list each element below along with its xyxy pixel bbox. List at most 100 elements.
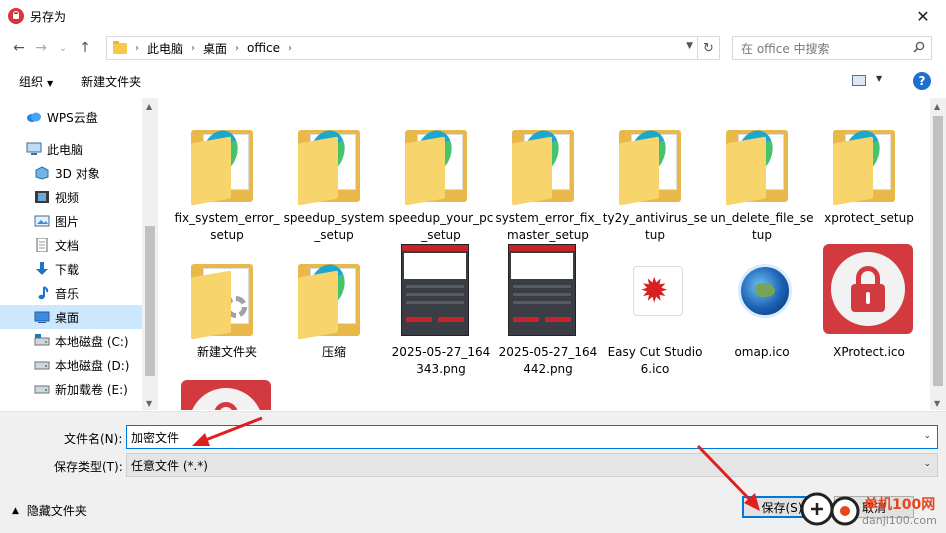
scrollbar-thumb[interactable] xyxy=(145,226,155,376)
file-item[interactable]: 新建文件夹 xyxy=(174,244,280,361)
file-name: un_delete_file_setup xyxy=(710,211,814,242)
file-item[interactable]: omap.ico xyxy=(709,244,815,361)
file-item[interactable]: fix_system_error_setup xyxy=(174,110,280,244)
scrollbar-thumb[interactable] xyxy=(933,116,943,386)
file-item[interactable]: 压缩 xyxy=(281,244,387,361)
sidebar-item-desktop[interactable]: 桌面 xyxy=(0,305,142,329)
file-name: 新建文件夹 xyxy=(196,345,257,359)
hide-folders-toggle[interactable]: ▲ 隐藏文件夹 xyxy=(12,502,87,519)
search-input[interactable]: 在 office 中搜索 xyxy=(732,36,932,60)
scroll-up-icon[interactable]: ▲ xyxy=(146,102,152,111)
file-item[interactable] xyxy=(174,380,280,410)
file-item[interactable]: un_delete_file_setup xyxy=(709,110,815,244)
filetype-value: 任意文件 (*.*) xyxy=(131,458,208,473)
file-item[interactable]: ✹ Easy Cut Studio 6.ico xyxy=(602,244,708,378)
watermark-site: 单机100网 xyxy=(864,497,936,513)
cube-icon xyxy=(34,166,50,180)
chevron-down-icon[interactable]: ⌄ xyxy=(923,431,931,441)
edge-folder-icon xyxy=(179,110,275,206)
organize-menu[interactable]: 组织 ▼ xyxy=(19,73,53,90)
chevron-right-icon[interactable]: › xyxy=(135,43,139,54)
breadcrumb-desktop[interactable]: 桌面 xyxy=(203,40,227,57)
file-item[interactable]: XProtect.ico xyxy=(816,244,922,361)
file-item[interactable]: 2025-05-27_164442.png xyxy=(495,244,601,378)
filetype-select[interactable]: 任意文件 (*.*) ⌄ xyxy=(126,453,938,477)
close-button[interactable]: ✕ xyxy=(900,0,946,32)
file-list: fix_system_error_setup speedup_system_se… xyxy=(160,98,930,410)
breadcrumb-this-pc[interactable]: 此电脑 xyxy=(147,40,183,57)
up-button[interactable]: ↑ xyxy=(74,36,96,60)
file-item[interactable]: speedup_system_setup xyxy=(281,110,387,244)
sidebar-item-label: 文档 xyxy=(55,238,80,253)
help-icon[interactable]: ? xyxy=(913,72,931,90)
drive-icon xyxy=(34,382,50,396)
file-item[interactable]: speedup_your_pc_setup xyxy=(388,110,494,244)
sidebar-item-music[interactable]: 音乐 xyxy=(0,281,142,305)
desktop-icon xyxy=(34,310,50,324)
organize-label: 组织 xyxy=(19,74,44,89)
file-name: 2025-05-27_164442.png xyxy=(498,345,598,376)
sidebar-item-3d-objects[interactable]: 3D 对象 xyxy=(0,161,142,185)
chevron-right-icon[interactable]: › xyxy=(191,43,195,54)
document-icon xyxy=(34,237,50,253)
sidebar-scrollbar[interactable]: ▲ ▼ xyxy=(142,98,157,410)
cloud-icon xyxy=(26,110,42,124)
address-dropdown-icon[interactable]: ▼ xyxy=(686,41,693,51)
scroll-down-icon[interactable]: ▼ xyxy=(146,399,152,408)
sidebar-item-label: 此电脑 xyxy=(47,142,84,157)
file-name: system_error_fix_master_setup xyxy=(495,211,601,242)
scroll-down-icon[interactable]: ▼ xyxy=(934,399,940,408)
view-dropdown-icon[interactable]: ▼ xyxy=(876,74,882,83)
file-item[interactable]: 2025-05-27_164343.png xyxy=(388,244,494,378)
command-bar: 组织 ▼ 新建文件夹 ▼ ? xyxy=(0,66,946,96)
sidebar-item-label: 3D 对象 xyxy=(55,166,100,181)
filetype-label: 保存类型(T): xyxy=(54,460,123,474)
scroll-up-icon[interactable]: ▲ xyxy=(934,102,940,111)
new-folder-button[interactable]: 新建文件夹 xyxy=(81,73,141,90)
chevron-right-icon[interactable]: › xyxy=(288,43,292,54)
file-name: speedup_your_pc_setup xyxy=(388,211,494,242)
folder-icon xyxy=(113,40,127,54)
chevron-right-icon[interactable]: › xyxy=(235,43,239,54)
file-name: 压缩 xyxy=(321,345,346,359)
back-button[interactable]: ← xyxy=(8,36,30,60)
filename-input[interactable]: 加密文件 ⌄ xyxy=(126,425,938,449)
forward-button[interactable]: → xyxy=(30,36,52,60)
download-icon xyxy=(34,262,50,276)
sidebar-item-label: 音乐 xyxy=(55,286,80,301)
sidebar-item-pictures[interactable]: 图片 xyxy=(0,209,142,233)
title-bar: 另存为 ✕ xyxy=(0,0,946,32)
sidebar-item-drive-d[interactable]: 本地磁盘 (D:) xyxy=(0,353,142,377)
refresh-button[interactable]: ↻ xyxy=(698,36,720,60)
search-icon[interactable] xyxy=(913,41,925,53)
file-list-scrollbar[interactable]: ▲ ▼ xyxy=(930,98,946,410)
file-item[interactable]: system_error_fix_master_setup xyxy=(495,110,601,244)
sidebar-item-label: 图片 xyxy=(55,214,80,229)
drive-icon xyxy=(34,358,50,372)
sidebar-item-wps-cloud[interactable]: WPS云盘 xyxy=(0,105,142,129)
watermark: 单机100网 danji100.com xyxy=(800,490,946,533)
recent-locations-button[interactable]: ⌄ xyxy=(52,36,74,60)
sidebar-item-drive-c[interactable]: 本地磁盘 (C:) xyxy=(0,329,142,353)
gear-folder-icon xyxy=(179,244,275,340)
watermark-target-icon xyxy=(830,496,860,526)
sidebar-item-drive-e[interactable]: 新加载卷 (E:) xyxy=(0,377,142,401)
view-options-icon[interactable] xyxy=(852,75,866,86)
sidebar-item-label: 本地磁盘 (C:) xyxy=(55,334,129,349)
file-item[interactable]: ty2y_antivirus_setup xyxy=(602,110,708,244)
filename-label: 文件名(N): xyxy=(64,432,123,446)
file-item[interactable]: xprotect_setup xyxy=(816,110,922,227)
file-name: ty2y_antivirus_setup xyxy=(602,211,708,242)
sidebar-item-downloads[interactable]: 下载 xyxy=(0,257,142,281)
chevron-down-icon[interactable]: ⌄ xyxy=(923,459,931,469)
edge-folder-icon xyxy=(607,110,703,206)
address-bar[interactable]: › 此电脑 › 桌面 › office › ▼ xyxy=(106,36,698,60)
globe-icon xyxy=(714,244,810,340)
hide-folders-label: 隐藏文件夹 xyxy=(26,504,87,518)
sidebar-item-documents[interactable]: 文档 xyxy=(0,233,142,257)
breadcrumb-office[interactable]: office xyxy=(247,41,280,55)
chevron-up-icon: ▲ xyxy=(12,505,19,516)
sidebar-item-videos[interactable]: 视频 xyxy=(0,185,142,209)
computer-icon xyxy=(26,142,42,156)
sidebar-item-this-pc[interactable]: 此电脑 xyxy=(0,137,142,161)
